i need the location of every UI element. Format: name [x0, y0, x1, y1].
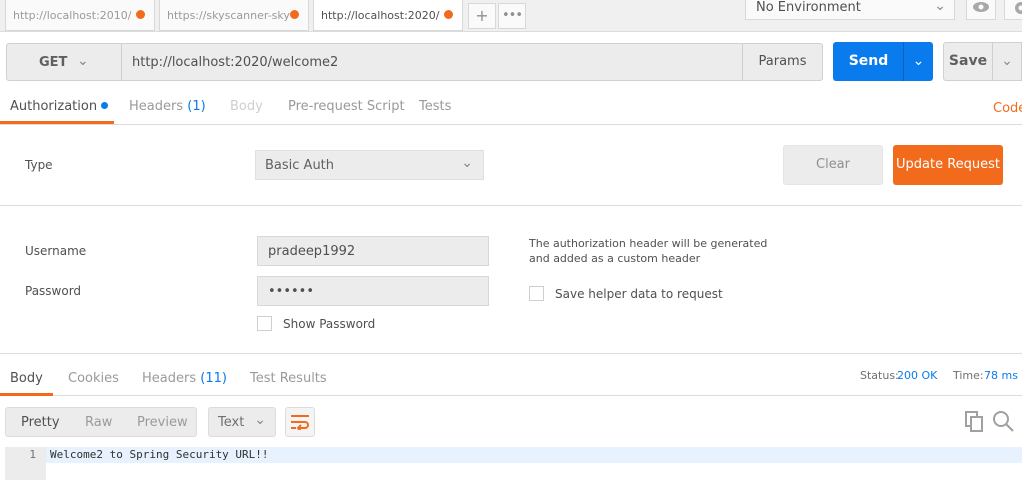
method-value: GET [39, 55, 68, 70]
time-value: 78 ms [984, 369, 1018, 382]
new-tab-button[interactable]: + [468, 3, 496, 29]
password-field[interactable]: •••••• [257, 276, 489, 306]
save-helper-label: Save helper data to request [555, 287, 723, 301]
tab-response-body[interactable]: Body [10, 371, 43, 386]
view-mode-toggle: Pretty Raw Preview [5, 407, 197, 437]
save-helper-checkbox[interactable] [529, 286, 544, 301]
active-tab-indicator [0, 121, 114, 124]
format-select[interactable]: Text ⌄ [208, 407, 276, 437]
params-button[interactable]: Params [742, 43, 823, 81]
request-tab-bar: http://localhost:2010/ https://skyscanne… [0, 0, 1022, 32]
wrap-lines-icon [291, 415, 309, 432]
type-label: Type [25, 158, 53, 172]
tab-tests[interactable]: Tests [419, 99, 451, 114]
tab-test-results[interactable]: Test Results [250, 371, 327, 386]
more-tabs-button[interactable]: ••• [498, 3, 526, 29]
settings-button[interactable] [1004, 0, 1022, 20]
show-password-label: Show Password [283, 317, 376, 331]
clear-button[interactable]: Clear [783, 145, 883, 185]
auth-type-value: Basic Auth [265, 158, 335, 173]
tab-pre-request-script[interactable]: Pre-request Script [288, 99, 405, 114]
headers-count: (1) [187, 99, 206, 114]
response-body-text: Welcome2 to Spring Security URL!! [50, 448, 269, 461]
url-input[interactable]: http://localhost:2020/welcome2 [121, 43, 743, 81]
format-value: Text [218, 415, 245, 430]
auth-info-text: The authorization header will be generat… [529, 237, 768, 265]
raw-button[interactable]: Raw [85, 415, 112, 430]
request-tab-url: http://localhost:2020/ [321, 9, 440, 22]
unsaved-dot-icon [136, 10, 145, 19]
unsaved-dot-icon [444, 10, 453, 19]
chevron-down-icon: ⌄ [934, 0, 946, 14]
status-label: Status: [860, 369, 899, 382]
tab-response-headers[interactable]: Headers (11) [142, 371, 227, 386]
active-tab-indicator [0, 393, 53, 396]
username-label: Username [25, 244, 87, 258]
chevron-down-icon: ⌄ [461, 155, 473, 171]
tab-label: Headers [142, 371, 197, 386]
chevron-down-icon: ⌄ [912, 53, 925, 69]
send-button[interactable]: Send [833, 42, 904, 81]
headers-count: (11) [200, 371, 227, 386]
environment-value: No Environment [756, 0, 861, 15]
tab-label: Headers [129, 99, 184, 114]
unsaved-dot-icon [290, 10, 299, 19]
request-section-tabs: Authorization Headers (1) Body Pre-reque… [0, 94, 1022, 125]
search-button[interactable] [992, 410, 1014, 432]
chevron-down-icon: ⌄ [254, 412, 266, 428]
wrap-lines-button[interactable] [285, 407, 315, 437]
tab-body[interactable]: Body [230, 99, 263, 114]
environment-quick-look-button[interactable] [966, 0, 996, 20]
time-label: Time: [953, 369, 984, 382]
chevron-down-icon: ⌄ [77, 53, 89, 69]
generate-code-link[interactable]: Code [993, 101, 1022, 116]
pretty-button[interactable]: Pretty [21, 415, 60, 430]
auth-type-select[interactable]: Basic Auth ⌄ [255, 150, 484, 180]
tab-headers[interactable]: Headers (1) [129, 99, 206, 114]
show-password-checkbox[interactable] [257, 316, 272, 331]
save-options-button[interactable]: ⌄ [992, 42, 1022, 81]
request-tab-2[interactable]: https://skyscanner-sky [159, 0, 309, 31]
send-options-button[interactable]: ⌄ [903, 42, 933, 81]
request-tab-3[interactable]: http://localhost:2020/ [313, 0, 463, 31]
request-tab-1[interactable]: http://localhost:2010/ [5, 0, 155, 31]
preview-button[interactable]: Preview [137, 415, 188, 430]
copy-icon [965, 411, 983, 432]
tab-cookies[interactable]: Cookies [68, 371, 119, 386]
line-number: 1 [29, 448, 36, 461]
request-tab-url: https://skyscanner-sky [167, 9, 290, 22]
gear-icon [1015, 2, 1022, 14]
chevron-down-icon: ⌄ [1001, 53, 1013, 69]
eye-icon [973, 2, 989, 12]
method-select[interactable]: GET ⌄ [6, 43, 122, 81]
section-divider [0, 205, 1022, 206]
update-request-button[interactable]: Update Request [893, 145, 1003, 185]
status-value: 200 OK [897, 369, 938, 382]
environment-select[interactable]: No Environment ⌄ [745, 0, 955, 20]
search-icon [993, 411, 1014, 432]
username-field[interactable]: pradeep1992 [257, 236, 489, 266]
save-button[interactable]: Save [943, 42, 993, 81]
copy-button[interactable] [963, 410, 985, 432]
tab-label: Authorization [10, 99, 98, 114]
password-label: Password [25, 284, 82, 298]
tab-authorization[interactable]: Authorization [10, 99, 109, 114]
active-dot-icon [101, 102, 109, 109]
request-tab-url: http://localhost:2010/ [13, 9, 132, 22]
